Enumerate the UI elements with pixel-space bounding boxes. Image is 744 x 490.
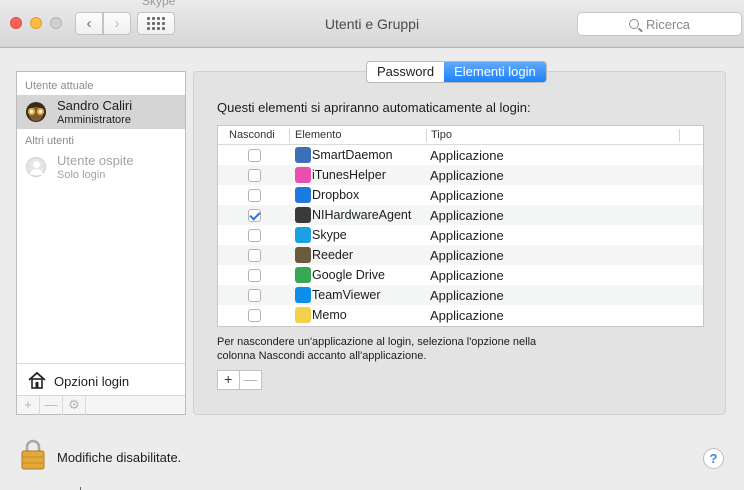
lock-icon[interactable]: [21, 438, 45, 470]
item-name: Memo: [312, 308, 347, 322]
user-role: Amministratore: [57, 114, 131, 126]
tab-login-items[interactable]: Elementi login: [444, 62, 546, 82]
item-name: NIHardwareAgent: [312, 208, 412, 222]
remove-item-button[interactable]: —: [240, 371, 261, 389]
login-options-label: Opzioni login: [54, 374, 130, 389]
itunes-icon: [295, 167, 311, 183]
table-row[interactable]: Memo Applicazione: [218, 305, 703, 325]
table-row[interactable]: TeamViewer Applicazione: [218, 285, 703, 305]
login-options-item[interactable]: Opzioni login: [17, 363, 185, 395]
hide-checkbox[interactable]: [248, 269, 261, 282]
add-user-button[interactable]: +: [17, 396, 40, 415]
dropbox-icon: [295, 187, 311, 203]
skype-icon: [295, 227, 311, 243]
hide-checkbox[interactable]: [248, 289, 261, 302]
login-items-intro: Questi elementi si apriranno automaticam…: [217, 100, 531, 115]
smartdaemon-icon: [295, 147, 311, 163]
search-placeholder: Ricerca: [645, 16, 691, 32]
memo-icon: [295, 307, 311, 323]
login-items-table: Nascondi Elemento Tipo SmartDaemon Applic…: [217, 125, 704, 327]
google-drive-icon: [295, 267, 311, 283]
column-item[interactable]: Elemento: [295, 129, 341, 141]
item-type: Applicazione: [430, 268, 504, 283]
remove-user-button[interactable]: —: [40, 396, 63, 415]
other-users-label: Altri utenti: [25, 135, 74, 147]
help-text: Per nascondere un'applicazione al login,…: [217, 335, 577, 363]
users-sidebar: Utente attuale Sandro Caliri Amministrat…: [16, 71, 186, 415]
search-field[interactable]: Ricerca: [577, 12, 742, 36]
user-name: Sandro Caliri: [57, 98, 133, 113]
search-icon: [628, 19, 639, 29]
teamviewer-icon: [295, 287, 311, 303]
hide-checkbox[interactable]: [248, 309, 261, 322]
reeder-icon: [295, 247, 311, 263]
user-name: Utente ospite: [57, 153, 134, 168]
user-row-sandro[interactable]: Sandro Caliri Amministratore: [17, 95, 185, 129]
add-item-button[interactable]: +: [218, 371, 240, 389]
tab-password[interactable]: Password: [367, 62, 444, 82]
nihardwareagent-icon: [295, 207, 311, 223]
item-type: Applicazione: [430, 188, 504, 203]
item-name: iTunesHelper: [312, 168, 386, 182]
sidebar-button-bar: + — ⚙: [17, 395, 185, 415]
hide-checkbox[interactable]: [248, 249, 261, 262]
help-text-line2: colonna Nascondi accanto all'applicazion…: [217, 350, 427, 362]
table-header: Nascondi Elemento Tipo: [218, 126, 703, 145]
help-button[interactable]: ?: [703, 448, 724, 469]
house-icon: [28, 371, 46, 389]
item-type: Applicazione: [430, 288, 504, 303]
item-type: Applicazione: [430, 148, 504, 163]
gear-icon[interactable]: ⚙: [63, 396, 86, 415]
item-name: Reeder: [312, 248, 353, 262]
item-name: Dropbox: [312, 188, 360, 202]
table-row[interactable]: NIHardwareAgent Applicazione: [218, 205, 703, 225]
hide-checkbox[interactable]: [248, 169, 261, 182]
table-row[interactable]: Dropbox Applicazione: [218, 185, 703, 205]
table-row[interactable]: Reeder Applicazione: [218, 245, 703, 265]
item-type: Applicazione: [430, 248, 504, 263]
guest-avatar: [26, 157, 46, 177]
hide-checkbox[interactable]: [248, 149, 261, 162]
user-role: Solo login: [57, 169, 106, 181]
hide-checkbox[interactable]: [248, 209, 261, 222]
tab-control: Password Elementi login: [366, 61, 547, 83]
avatar: [26, 102, 46, 122]
title-bar: Skype ‹ › Utenti e Gruppi Ricerca: [0, 0, 744, 48]
table-row[interactable]: Google Drive Applicazione: [218, 265, 703, 285]
item-type: Applicazione: [430, 308, 504, 323]
item-name: Skype: [312, 228, 347, 242]
table-row[interactable]: Skype Applicazione: [218, 225, 703, 245]
column-hide[interactable]: Nascondi: [229, 129, 275, 141]
item-type: Applicazione: [430, 168, 504, 183]
column-type[interactable]: Tipo: [431, 129, 452, 141]
add-remove-control: + —: [217, 370, 262, 390]
hide-checkbox[interactable]: [248, 189, 261, 202]
lock-status-text: Modifiche disabilitate.: [57, 450, 182, 465]
item-type: Applicazione: [430, 228, 504, 243]
table-row[interactable]: iTunesHelper Applicazione: [218, 165, 703, 185]
user-row-guest[interactable]: Utente ospite Solo login: [17, 150, 185, 184]
current-user-label: Utente attuale: [25, 80, 94, 92]
ghost-window-title: Skype: [142, 0, 176, 8]
item-name: Google Drive: [312, 268, 385, 282]
hide-checkbox[interactable]: [248, 229, 261, 242]
item-name: TeamViewer: [312, 288, 381, 302]
item-type: Applicazione: [430, 208, 504, 223]
help-text-line1: Per nascondere un'applicazione al login,…: [217, 336, 537, 348]
item-name: SmartDaemon: [312, 148, 393, 162]
table-row[interactable]: SmartDaemon Applicazione: [218, 145, 703, 165]
